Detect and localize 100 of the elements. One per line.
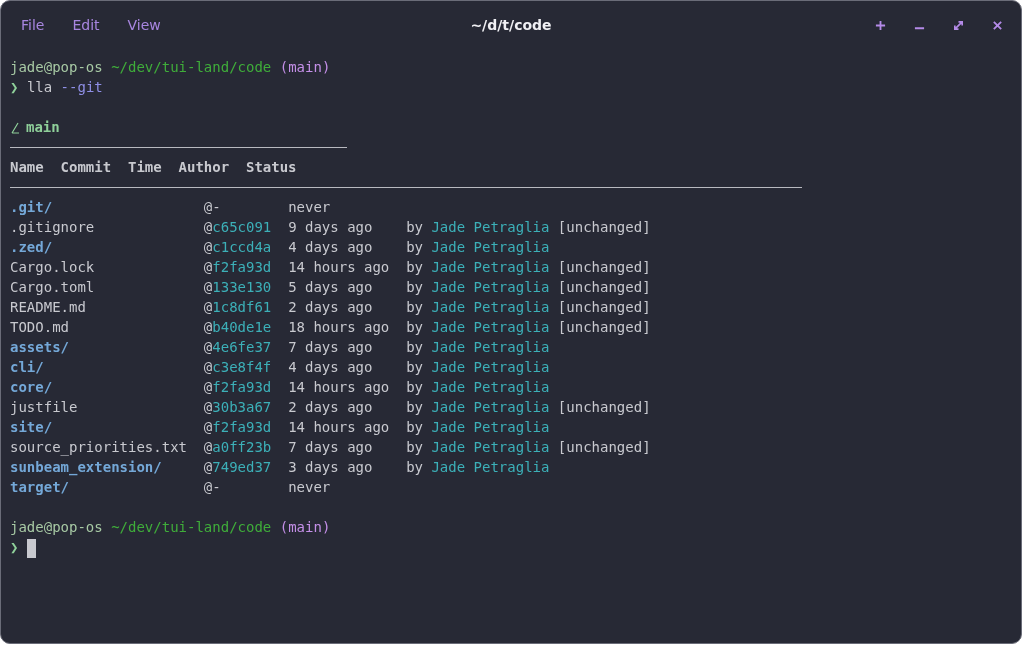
author-name: Jade Petraglia <box>431 259 550 275</box>
file-name: cli/ <box>10 359 44 375</box>
prompt-path: ~/dev/tui-land/code <box>111 519 272 535</box>
window-title: ~/d/t/code <box>470 17 552 33</box>
commit-time: 14 hours ago <box>288 259 390 275</box>
prompt-path: ~/dev/tui-land/code <box>111 59 272 75</box>
maximize-icon[interactable] <box>953 19 964 31</box>
commit-hash: @a0ff23b <box>203 439 272 455</box>
file-name: site/ <box>10 419 53 435</box>
file-name: sunbeam_extension/ <box>10 459 162 475</box>
author-name: Jade Petraglia <box>431 279 550 295</box>
command: lla <box>26 79 53 95</box>
text-cursor <box>26 538 36 558</box>
prompt-user: jade@pop-os <box>10 59 103 75</box>
file-name: .zed/ <box>10 239 53 255</box>
close-icon[interactable] <box>992 19 1003 31</box>
commit-time: 7 days ago <box>288 339 373 355</box>
commit-time: 4 days ago <box>288 239 373 255</box>
file-name: .git/ <box>10 199 53 215</box>
by-label: by <box>406 359 423 375</box>
author-name: Jade Petraglia <box>431 319 550 335</box>
commit-time: 5 days ago <box>288 279 373 295</box>
commit-time: 7 days ago <box>288 439 373 455</box>
author-name: Jade Petraglia <box>431 239 550 255</box>
commit-hash: @c3e8f4f <box>203 359 272 375</box>
prompt-symbol: ❯ <box>10 539 19 555</box>
commit-time: 14 hours ago <box>288 419 390 435</box>
author-name: Jade Petraglia <box>431 339 550 355</box>
author-name: Jade Petraglia <box>431 439 550 455</box>
by-label: by <box>406 459 423 475</box>
menu-item[interactable]: View <box>125 17 187 33</box>
commit-hash: @c65c091 <box>203 219 272 235</box>
command-argument: --git <box>60 79 103 95</box>
prompt-user: jade@pop-os <box>10 519 103 535</box>
by-label: by <box>406 319 423 335</box>
by-label: by <box>406 379 423 395</box>
commit-hash: @1c8df61 <box>203 299 272 315</box>
commit-time: 4 days ago <box>288 359 373 375</box>
commit-hash: @749ed37 <box>203 459 272 475</box>
author-name: Jade Petraglia <box>431 299 550 315</box>
by-label: by <box>406 219 423 235</box>
author-name: Jade Petraglia <box>431 419 550 435</box>
file-status: [unchanged] <box>557 218 651 237</box>
commit-time: 2 days ago <box>288 399 373 415</box>
commit-time: 18 hours ago <box>288 319 390 335</box>
file-name: Cargo.toml <box>10 279 95 295</box>
column-header: Status <box>245 158 297 177</box>
menu-item[interactable]: File <box>19 17 71 33</box>
prompt-symbol: ❯ <box>10 79 19 95</box>
by-label: by <box>406 239 423 255</box>
author-name: Jade Petraglia <box>431 459 550 475</box>
file-name: assets/ <box>10 339 69 355</box>
by-label: by <box>406 399 423 415</box>
commit-hash: @f2fa93d <box>203 379 272 395</box>
column-header: Time <box>128 158 162 177</box>
by-label: by <box>406 339 423 355</box>
author-name: Jade Petraglia <box>431 359 550 375</box>
commit-hash: @- <box>203 479 221 495</box>
commit-time: 9 days ago <box>288 219 373 235</box>
prompt-branch: (main) <box>279 519 331 535</box>
commit-hash: @c1ccd4a <box>203 239 272 255</box>
commit-hash: @- <box>203 199 221 215</box>
commit-hash: @4e6fe37 <box>203 339 272 355</box>
column-header: Commit <box>60 158 112 177</box>
branch-name: main <box>26 119 60 135</box>
column-header: Author <box>178 158 230 177</box>
file-name: TODO.md <box>10 319 69 335</box>
author-name: Jade Petraglia <box>431 219 550 235</box>
menu-item[interactable]: Edit <box>70 17 126 33</box>
file-status: [unchanged] <box>557 318 651 337</box>
file-status: [unchanged] <box>557 278 651 297</box>
commit-hash: @30b3a67 <box>203 399 272 415</box>
file-name: Cargo.lock <box>10 259 95 275</box>
file-status: [unchanged] <box>557 398 651 417</box>
commit-time: never <box>288 199 331 215</box>
commit-time: never <box>288 479 331 495</box>
branch-icon <box>10 120 20 134</box>
by-label: by <box>406 439 423 455</box>
file-status: [unchanged] <box>557 438 651 457</box>
by-label: by <box>406 299 423 315</box>
file-name: justfile <box>10 399 78 415</box>
column-header: Name <box>10 158 44 177</box>
add-tab-icon[interactable] <box>875 19 886 31</box>
file-name: target/ <box>10 479 69 495</box>
by-label: by <box>406 259 423 275</box>
author-name: Jade Petraglia <box>431 379 550 395</box>
commit-hash: @b40de1e <box>203 319 272 335</box>
commit-hash: @f2fa93d <box>203 259 272 275</box>
author-name: Jade Petraglia <box>431 399 550 415</box>
by-label: by <box>406 279 423 295</box>
file-name: source_priorities.txt <box>10 439 187 455</box>
file-name: .gitignore <box>10 219 95 235</box>
commit-time: 3 days ago <box>288 459 373 475</box>
commit-hash: @f2fa93d <box>203 419 272 435</box>
commit-hash: @133e130 <box>203 279 272 295</box>
commit-time: 2 days ago <box>288 299 373 315</box>
prompt-branch: (main) <box>279 59 331 75</box>
file-name: README.md <box>10 299 86 315</box>
file-status: [unchanged] <box>557 298 651 317</box>
file-name: core/ <box>10 379 53 395</box>
